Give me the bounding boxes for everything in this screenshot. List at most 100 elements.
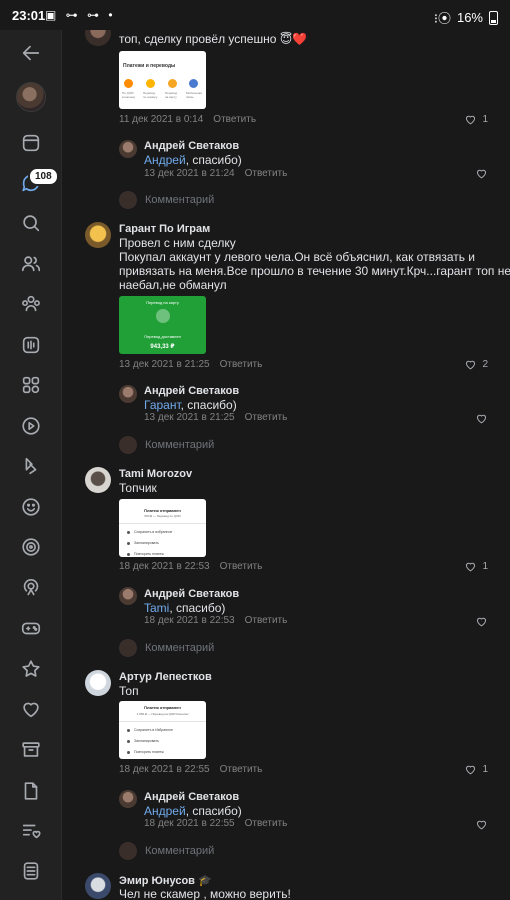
communities-icon[interactable]	[16, 289, 46, 319]
friends-icon[interactable]	[16, 249, 46, 279]
heart-icon	[466, 562, 476, 572]
comment-meta: 18 дек 2021 в 22:53 Ответить	[119, 561, 262, 572]
stickers-icon[interactable]	[16, 492, 46, 522]
reply-meta: 13 дек 2021 в 21:25 Ответить	[144, 412, 287, 423]
like-button[interactable]: 1	[464, 560, 488, 573]
comment-text: топ, сделку провёл успешно 😇❤️	[119, 32, 308, 46]
heart-icon	[476, 414, 487, 424]
comment-author-name[interactable]: Гарант По Играм	[119, 223, 210, 235]
clips-icon[interactable]	[16, 451, 46, 481]
reply-meta: 18 дек 2021 в 22:55 Ответить	[144, 818, 287, 829]
mobile-icon	[189, 79, 198, 88]
like-button[interactable]	[475, 615, 488, 628]
comment-input[interactable]: Комментарий	[145, 845, 214, 857]
comment-attachment-image[interactable]: Платеж отправлен 500 ₽ — Перевод по QIWI…	[119, 499, 206, 557]
comment-author-avatar[interactable]	[85, 30, 111, 46]
comment-text-line: наебал,не обманул	[119, 278, 227, 292]
comment-text-line: Топчик	[119, 481, 157, 495]
archive-icon[interactable]	[16, 735, 46, 765]
comments-feed: топ, сделку провёл успешно 😇❤️ Платежи и…	[63, 30, 510, 900]
messages-badge: 108	[28, 167, 59, 186]
reply-button[interactable]: Ответить	[220, 561, 263, 572]
video-icon[interactable]	[16, 411, 46, 441]
comment-meta: 11 дек 2021 в 0:14 Ответить	[119, 114, 256, 125]
like-count: 2	[482, 359, 488, 370]
my-avatar	[119, 191, 137, 209]
profile-avatar[interactable]	[16, 82, 46, 112]
heart-icon	[466, 360, 476, 370]
reply-text: Гарант, спасибо)	[144, 398, 237, 412]
card-icon	[168, 79, 177, 88]
comment-input[interactable]: Комментарий	[145, 194, 214, 206]
likes-heart-icon[interactable]	[16, 694, 46, 724]
comment-meta: 18 дек 2021 в 22:55 Ответить	[119, 764, 262, 775]
heart-icon	[476, 820, 487, 830]
like-button[interactable]: 2	[464, 358, 488, 371]
comment-date: 18 дек 2021 в 22:55	[119, 764, 210, 775]
reply-button[interactable]: Ответить	[213, 114, 256, 125]
reply-button[interactable]: Ответить	[245, 615, 288, 626]
comment-input[interactable]: Комментарий	[145, 439, 214, 451]
comment-attachment-image[interactable]: Платеж отправлен 1 050 ₽ — Перевод на QI…	[119, 701, 206, 759]
reply-author-avatar[interactable]	[119, 790, 137, 808]
reply-author-avatar[interactable]	[119, 140, 137, 158]
calculator-icon[interactable]	[16, 856, 46, 886]
mention-link[interactable]: Андрей	[144, 153, 186, 167]
bookmarks-list-icon[interactable]	[16, 816, 46, 846]
music-icon[interactable]	[16, 330, 46, 360]
mention-link[interactable]: Гарант	[144, 398, 181, 412]
like-button[interactable]: 1	[464, 113, 488, 126]
reply-button[interactable]: Ответить	[245, 168, 288, 179]
reply-button[interactable]: Ответить	[220, 359, 263, 370]
like-button[interactable]	[475, 167, 488, 180]
like-button[interactable]: 1	[464, 763, 488, 776]
reply-author-name[interactable]: Андрей Светаков	[144, 140, 239, 152]
feed-icon[interactable]	[16, 128, 46, 158]
documents-icon[interactable]	[16, 776, 46, 806]
reply-text: Андрей, спасибо)	[144, 153, 242, 167]
reply-author-name[interactable]: Андрей Светаков	[144, 385, 239, 397]
comment-input[interactable]: Комментарий	[145, 642, 214, 654]
battery-percent: 16%	[456, 10, 483, 25]
comment-author-avatar[interactable]	[85, 467, 111, 493]
back-arrow-icon[interactable]	[16, 38, 46, 68]
reply-author-name[interactable]: Андрей Светаков	[144, 588, 239, 600]
mention-link[interactable]: Tami	[144, 601, 169, 615]
comment-author-name[interactable]: Tami Morozov	[119, 468, 192, 480]
reply-date: 13 дек 2021 в 21:25	[144, 412, 235, 423]
reply-button[interactable]: Ответить	[220, 764, 263, 775]
reply-author-avatar[interactable]	[119, 385, 137, 403]
favorites-star-icon[interactable]	[16, 654, 46, 684]
comment-author-avatar[interactable]	[85, 670, 111, 696]
comment-author-avatar[interactable]	[85, 222, 111, 248]
comment-text-line: привязать на меня.Все прошло в течение 3…	[119, 264, 510, 278]
like-button[interactable]	[475, 818, 488, 831]
comment-author-name[interactable]: Артур Лепестков	[119, 671, 212, 683]
reply-meta: 13 дек 2021 в 21:24 Ответить	[144, 168, 287, 179]
reply-author-name[interactable]: Андрей Светаков	[144, 791, 239, 803]
comment-attachment-image[interactable]: Перевод на карту Перевод доставлен 943,3…	[119, 296, 206, 354]
comment-attachment-image[interactable]: Платежи и переводы По QIWI кошельку Пере…	[119, 51, 206, 109]
live-icon[interactable]	[16, 573, 46, 603]
comment-meta: 13 дек 2021 в 21:25 Ответить	[119, 359, 262, 370]
reply-author-avatar[interactable]	[119, 587, 137, 605]
comment-text-line: Топ	[119, 684, 139, 698]
like-count: 1	[482, 561, 488, 572]
reply-button[interactable]: Ответить	[245, 818, 288, 829]
services-icon[interactable]	[16, 370, 46, 400]
games-icon[interactable]	[16, 613, 46, 643]
podcasts-icon[interactable]	[16, 532, 46, 562]
comment-author-name[interactable]: Эмир Юнусов 🎓	[119, 874, 212, 887]
phone-transfer-icon	[146, 79, 155, 88]
comment-author-avatar[interactable]	[85, 873, 111, 899]
status-right: ⁝⦿ 16%	[434, 8, 498, 27]
status-bar: 23:01 ▣ ⊶ ⊶ • ⁝⦿ 16%	[0, 0, 510, 30]
mention-link[interactable]: Андрей	[144, 804, 186, 818]
search-icon[interactable]	[16, 208, 46, 238]
my-avatar	[119, 436, 137, 454]
like-button[interactable]	[475, 412, 488, 425]
reply-date: 18 дек 2021 в 22:55	[144, 818, 235, 829]
reply-text: Tami, спасибо)	[144, 601, 226, 615]
reply-button[interactable]: Ответить	[245, 412, 288, 423]
battery-icon	[489, 10, 498, 25]
